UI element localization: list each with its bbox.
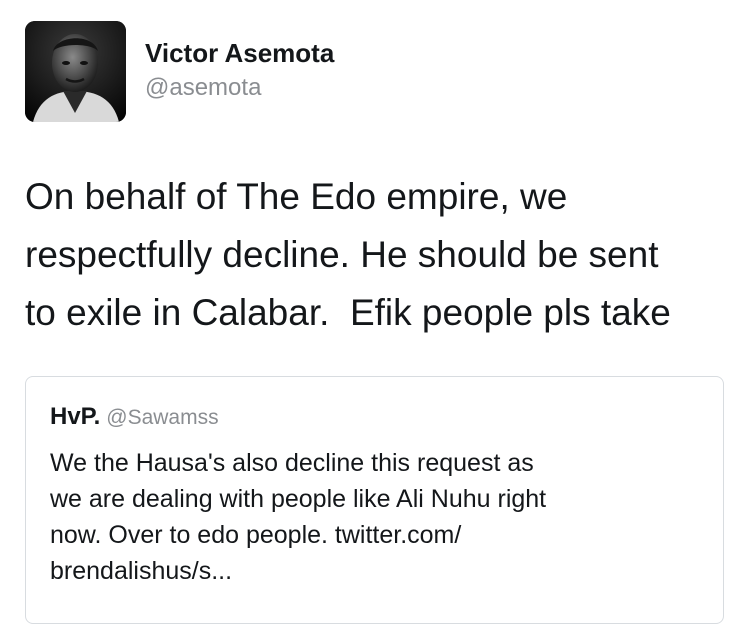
tweet: Victor Asemota @asemota On behalf of The… <box>0 0 750 627</box>
tweet-text: On behalf of The Edo empire, we respectf… <box>25 176 671 333</box>
avatar[interactable] <box>25 21 126 122</box>
author-handle[interactable]: @asemota <box>145 74 261 102</box>
quoted-author-handle: @Sawamss <box>106 406 219 429</box>
quoted-tweet-text: We the Hausa's also decline this request… <box>50 449 547 585</box>
author-display-name[interactable]: Victor Asemota <box>145 38 334 69</box>
profile-photo-icon <box>25 21 126 122</box>
quoted-tweet-header: HvP. @Sawamss <box>50 403 219 431</box>
quoted-author-display-name: HvP. <box>50 403 101 430</box>
quoted-tweet-card[interactable]: HvP. @Sawamss We the Hausa's also decline… <box>25 376 724 624</box>
